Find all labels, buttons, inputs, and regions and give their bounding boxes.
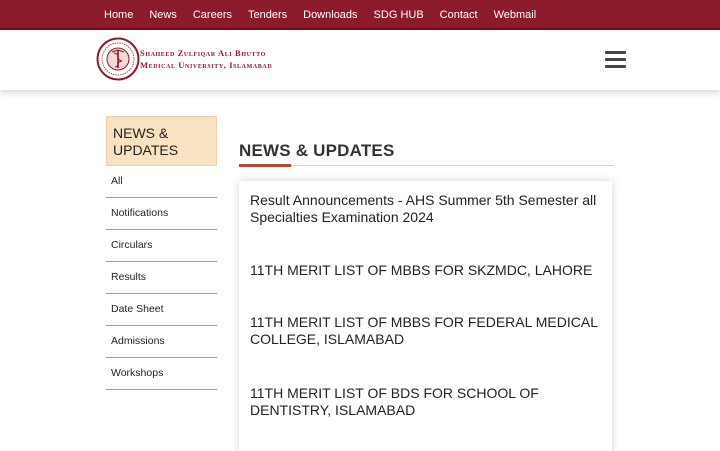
nav-careers-link[interactable]: Careers [185, 9, 240, 21]
nav-tenders-link[interactable]: Tenders [240, 9, 295, 21]
sidebar-item-results[interactable]: Results [106, 262, 217, 294]
news-item-mbbs-skzmdc[interactable]: 11TH MERIT LIST OF MBBS FOR SKZMDC, LAHO… [250, 262, 605, 279]
top-navigation-bar: Home News Careers Tenders Downloads SDG … [0, 0, 720, 30]
university-name-logo[interactable]: Shaheed Zulfiqar Ali Bhutto Medical Univ… [140, 47, 272, 71]
top-nav: Home News Careers Tenders Downloads SDG … [96, 0, 544, 30]
page-title: NEWS & UPDATES [239, 141, 395, 160]
nav-contact-link[interactable]: Contact [432, 9, 486, 21]
title-divider [239, 165, 614, 166]
nav-sdg-hub-link[interactable]: SDG HUB [366, 9, 432, 21]
sidebar-item-admissions[interactable]: Admissions [106, 326, 217, 358]
nav-downloads-link[interactable]: Downloads [295, 9, 365, 21]
nav-news-link[interactable]: News [141, 9, 185, 21]
sidebar-item-date-sheet[interactable]: Date Sheet [106, 294, 217, 326]
news-item-bds-dentistry[interactable]: 11TH MERIT LIST OF BDS FOR SCHOOL OF DEN… [250, 385, 605, 419]
logo-line-1: Shaheed Zulfiqar Ali Bhutto [140, 48, 266, 58]
sidebar-item-notifications[interactable]: Notifications [106, 198, 217, 230]
nav-webmail-link[interactable]: Webmail [486, 9, 545, 21]
sidebar-item-workshops[interactable]: Workshops [106, 358, 217, 390]
sidebar-item-circulars[interactable]: Circulars [106, 230, 217, 262]
news-sidebar: NEWS & UPDATES All Notifications Circula… [106, 116, 217, 390]
site-header: Shaheed Zulfiqar Ali Bhutto Medical Univ… [0, 30, 720, 90]
nav-home-link[interactable]: Home [96, 9, 141, 21]
sidebar-title: NEWS & UPDATES [106, 116, 217, 166]
news-item-mbbs-fmc[interactable]: 11TH MERIT LIST OF MBBS FOR FEDERAL MEDI… [250, 314, 605, 348]
news-item-ahs-results[interactable]: Result Announcements - AHS Summer 5th Se… [250, 192, 605, 226]
sidebar-item-all[interactable]: All [106, 166, 217, 198]
logo-line-2: Medical University, Islamabad [140, 60, 273, 70]
title-accent-underline [239, 164, 291, 167]
news-list: Result Announcements - AHS Summer 5th Se… [239, 181, 612, 451]
hamburger-menu-icon[interactable] [605, 51, 626, 69]
university-seal-icon[interactable] [96, 37, 140, 81]
